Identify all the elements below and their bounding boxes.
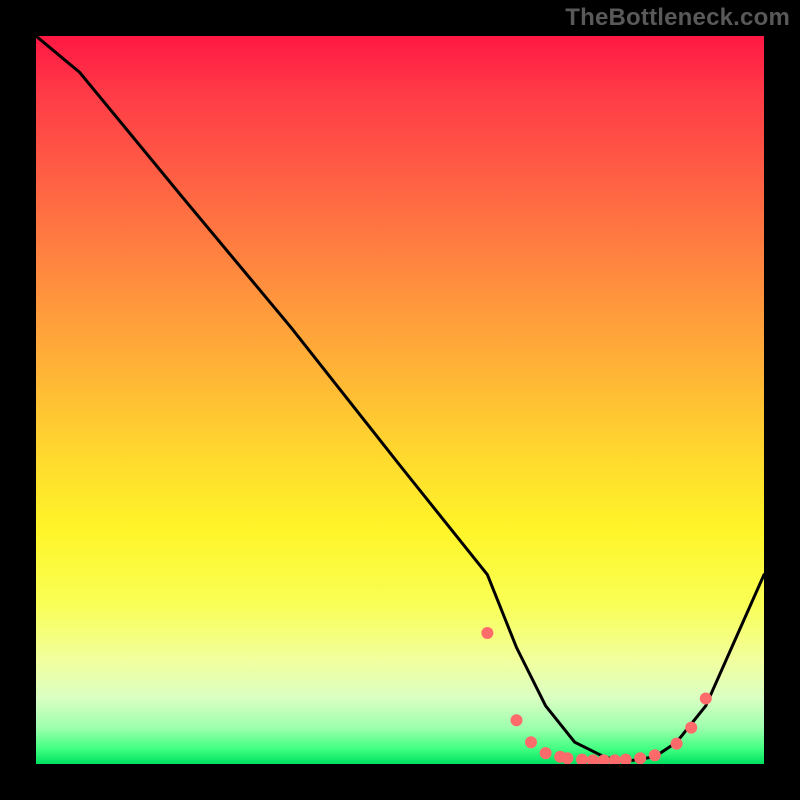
curve-line [36,36,764,760]
marker-point [481,627,493,639]
marker-point [561,752,573,764]
chart-frame: TheBottleneck.com [0,0,800,800]
watermark-text: TheBottleneck.com [565,4,790,32]
marker-point [525,736,537,748]
marker-point [609,754,621,764]
marker-point [685,722,697,734]
marker-point [576,754,588,764]
marker-point [649,749,661,761]
marker-point [511,714,523,726]
marker-point [540,747,552,759]
marker-point [634,752,646,764]
plot-area [36,36,764,764]
chart-overlay [36,36,764,764]
marker-point [671,738,683,750]
marker-point [700,693,712,705]
marker-point [620,754,632,764]
marker-point [587,754,599,764]
